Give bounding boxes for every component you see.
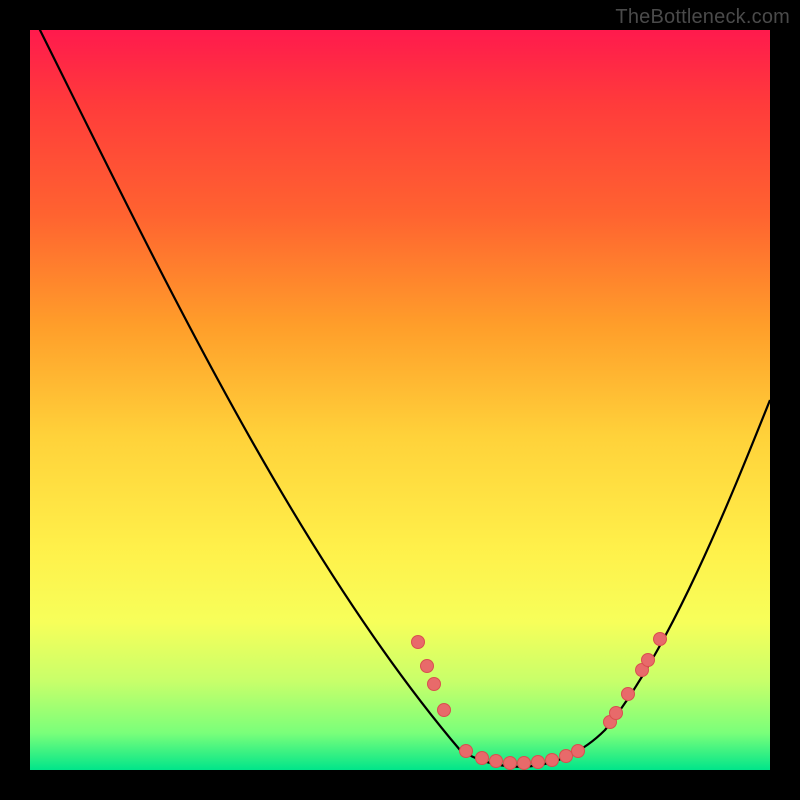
data-marker	[421, 660, 434, 673]
chart-frame: TheBottleneck.com	[0, 0, 800, 800]
data-marker	[572, 745, 585, 758]
data-marker	[504, 757, 517, 770]
data-marker	[518, 757, 531, 770]
data-marker	[654, 633, 667, 646]
data-marker	[490, 755, 503, 768]
data-marker	[560, 750, 573, 763]
chart-svg	[30, 30, 770, 770]
bottleneck-curve	[30, 30, 770, 767]
data-marker	[438, 704, 451, 717]
watermark-text: TheBottleneck.com	[615, 6, 790, 29]
data-marker	[622, 688, 635, 701]
plot-area	[30, 30, 770, 770]
data-marker	[546, 754, 559, 767]
data-marker	[412, 636, 425, 649]
data-marker	[476, 752, 489, 765]
data-marker	[428, 678, 441, 691]
marker-group	[412, 633, 667, 770]
data-marker	[642, 654, 655, 667]
data-marker	[460, 745, 473, 758]
data-marker	[610, 707, 623, 720]
data-marker	[532, 756, 545, 769]
